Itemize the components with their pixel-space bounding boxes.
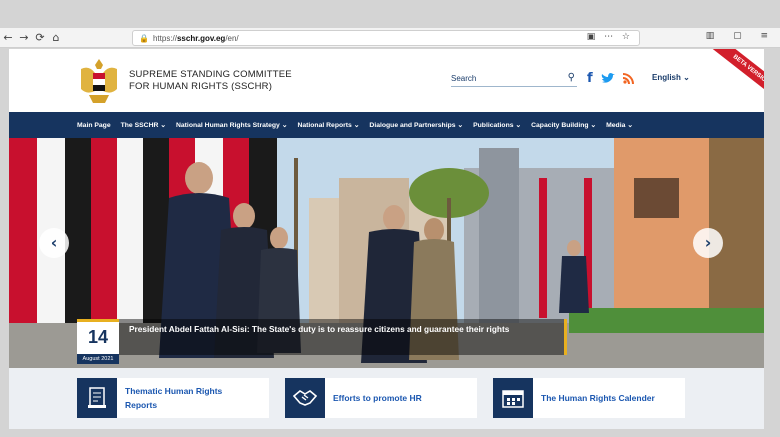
- home-icon[interactable]: ⌂: [48, 31, 64, 44]
- card-hr-calendar[interactable]: The Human Rights Calender: [493, 378, 685, 418]
- org-name-line2: FOR HUMAN RIGHTS (SSCHR): [129, 81, 273, 92]
- toolbar-menu-icons[interactable]: ▥ ▢ ≡: [706, 31, 776, 41]
- url-host: sschr.gov.eg: [176, 33, 226, 43]
- org-name[interactable]: SUPREME STANDING COMMITTEE FOR HUMAN RIG…: [129, 69, 292, 93]
- site-header: SUPREME STANDING COMMITTEE FOR HUMAN RIG…: [9, 49, 764, 112]
- main-navigation: Main Page The SSCHR ⌄ National Human Rig…: [9, 112, 764, 138]
- forward-icon[interactable]: →: [16, 31, 32, 44]
- card-title-line2: Reports: [125, 400, 158, 410]
- nav-publications[interactable]: Publications ⌄: [473, 121, 521, 129]
- browser-toolbar: ← → ⟳ ⌂ 🔒 https://sschr.gov.eg/en/ ▣ ⋯ ☆…: [0, 28, 780, 48]
- nav-main-page[interactable]: Main Page: [77, 122, 111, 129]
- browser-frame: ← → ⟳ ⌂ 🔒 https://sschr.gov.eg/en/ ▣ ⋯ ☆…: [0, 0, 780, 437]
- report-icon: [77, 378, 117, 418]
- nav-dialogue-partnerships[interactable]: Dialogue and Partnerships ⌄: [369, 121, 463, 129]
- next-slide-button[interactable]: ›: [693, 228, 723, 258]
- reload-icon[interactable]: ⟳: [32, 31, 48, 44]
- search-icon[interactable]: ⚲: [568, 72, 575, 83]
- lock-icon: 🔒: [139, 33, 149, 43]
- nav-the-sschr[interactable]: The SSCHR ⌄: [121, 121, 166, 129]
- handshake-icon: [285, 378, 325, 418]
- card-title: Efforts to promote HR: [333, 393, 422, 403]
- eagle-logo-icon[interactable]: [77, 55, 121, 107]
- hero-slider[interactable]: ‹ › 14 August 2021 President Abdel Fatta…: [9, 138, 764, 368]
- page-actions-icon[interactable]: ▣ ⋯ ☆: [587, 32, 633, 42]
- slide-caption[interactable]: President Abdel Fattah Al-Sisi: The Stat…: [119, 319, 567, 355]
- nav-capacity-building[interactable]: Capacity Building ⌄: [531, 121, 596, 129]
- facebook-icon[interactable]: f: [587, 71, 593, 86]
- card-title-line1: Thematic Human Rights: [125, 386, 223, 396]
- slide-month: August 2021: [77, 354, 119, 364]
- rss-icon[interactable]: [622, 73, 634, 84]
- url-prefix: https://: [152, 33, 177, 43]
- language-selector[interactable]: English ⌄: [652, 73, 690, 82]
- nav-national-reports[interactable]: National Reports ⌄: [297, 121, 359, 129]
- card-title: Thematic Human Rights Reports: [117, 384, 222, 412]
- web-page: SUPREME STANDING COMMITTEE FOR HUMAN RIG…: [9, 49, 764, 429]
- nav-media[interactable]: Media ⌄: [606, 121, 633, 129]
- search-placeholder: Search: [451, 74, 477, 83]
- twitter-icon[interactable]: [601, 73, 615, 84]
- social-links: f: [587, 71, 634, 86]
- quick-links: Thematic Human Rights Reports Efforts to…: [9, 368, 764, 429]
- url-path: /en/: [225, 33, 239, 43]
- nav-national-strategy[interactable]: National Human Rights Strategy ⌄: [176, 121, 287, 129]
- card-thematic-reports[interactable]: Thematic Human Rights Reports: [77, 378, 269, 418]
- address-bar[interactable]: 🔒 https://sschr.gov.eg/en/ ▣ ⋯ ☆: [132, 30, 640, 46]
- search-input[interactable]: Search ⚲: [451, 71, 577, 87]
- card-title: The Human Rights Calender: [541, 393, 655, 403]
- slide-date: 14 August 2021: [77, 319, 119, 364]
- card-efforts-promote-hr[interactable]: Efforts to promote HR: [285, 378, 477, 418]
- beta-ribbon: BETA VERSION: [711, 49, 764, 104]
- org-name-line1: SUPREME STANDING COMMITTEE: [129, 69, 292, 80]
- prev-slide-button[interactable]: ‹: [39, 228, 69, 258]
- back-icon[interactable]: ←: [0, 31, 16, 44]
- slide-day: 14: [87, 327, 109, 347]
- calendar-icon: [493, 378, 533, 418]
